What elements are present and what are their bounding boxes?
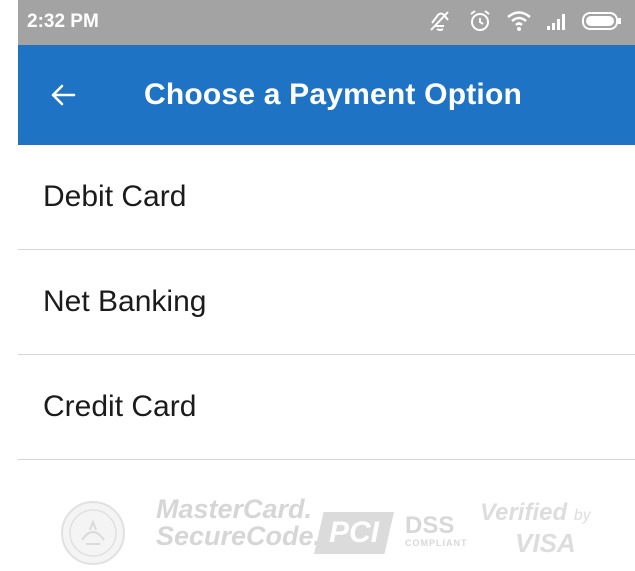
status-icons: [428, 9, 622, 33]
payment-option-label: Credit Card: [43, 390, 197, 423]
by-word: by: [573, 507, 591, 524]
rbi-seal-icon: [60, 500, 126, 571]
battery-icon: [582, 11, 622, 31]
verified-word: Verified: [480, 499, 568, 526]
mute-icon: [428, 9, 454, 33]
arrow-left-icon[interactable]: [48, 80, 78, 110]
status-bar: 2:32 PM: [18, 0, 635, 45]
payment-option-debit-card[interactable]: Debit Card: [18, 145, 635, 250]
mastercard-line1: MasterCard.: [156, 494, 313, 524]
dss-compliant-text: COMPLIANT: [405, 538, 468, 548]
alarm-icon: [468, 9, 492, 33]
visa-text: VISA: [515, 528, 576, 558]
dss-text: DSS: [405, 512, 455, 539]
dss-compliant-logo: DSS COMPLIANT: [405, 512, 468, 549]
payment-option-credit-card[interactable]: Credit Card: [18, 355, 635, 460]
payment-options-list: Debit Card Net Banking Credit Card: [18, 145, 635, 460]
verified-by-text: Verified by: [480, 500, 591, 529]
wifi-icon: [506, 10, 532, 32]
payment-option-net-banking[interactable]: Net Banking: [18, 250, 635, 355]
payment-option-label: Debit Card: [43, 180, 187, 213]
verified-by-visa-logo: Verified by VISA: [480, 500, 591, 558]
app-bar: Choose a Payment Option: [18, 45, 635, 145]
pci-logo: PCI: [314, 512, 394, 554]
payment-option-label: Net Banking: [43, 285, 207, 318]
signal-icon: [546, 11, 568, 31]
mastercard-securecode-logo: MasterCard. SecureCode.: [156, 494, 322, 551]
trust-badges: MasterCard. SecureCode. PCI DSS COMPLIAN…: [18, 470, 635, 569]
mastercard-line2: SecureCode.: [156, 521, 322, 551]
status-time: 2:32 PM: [27, 11, 99, 32]
left-edge: [0, 0, 18, 569]
page-title: Choose a Payment Option: [144, 78, 522, 111]
